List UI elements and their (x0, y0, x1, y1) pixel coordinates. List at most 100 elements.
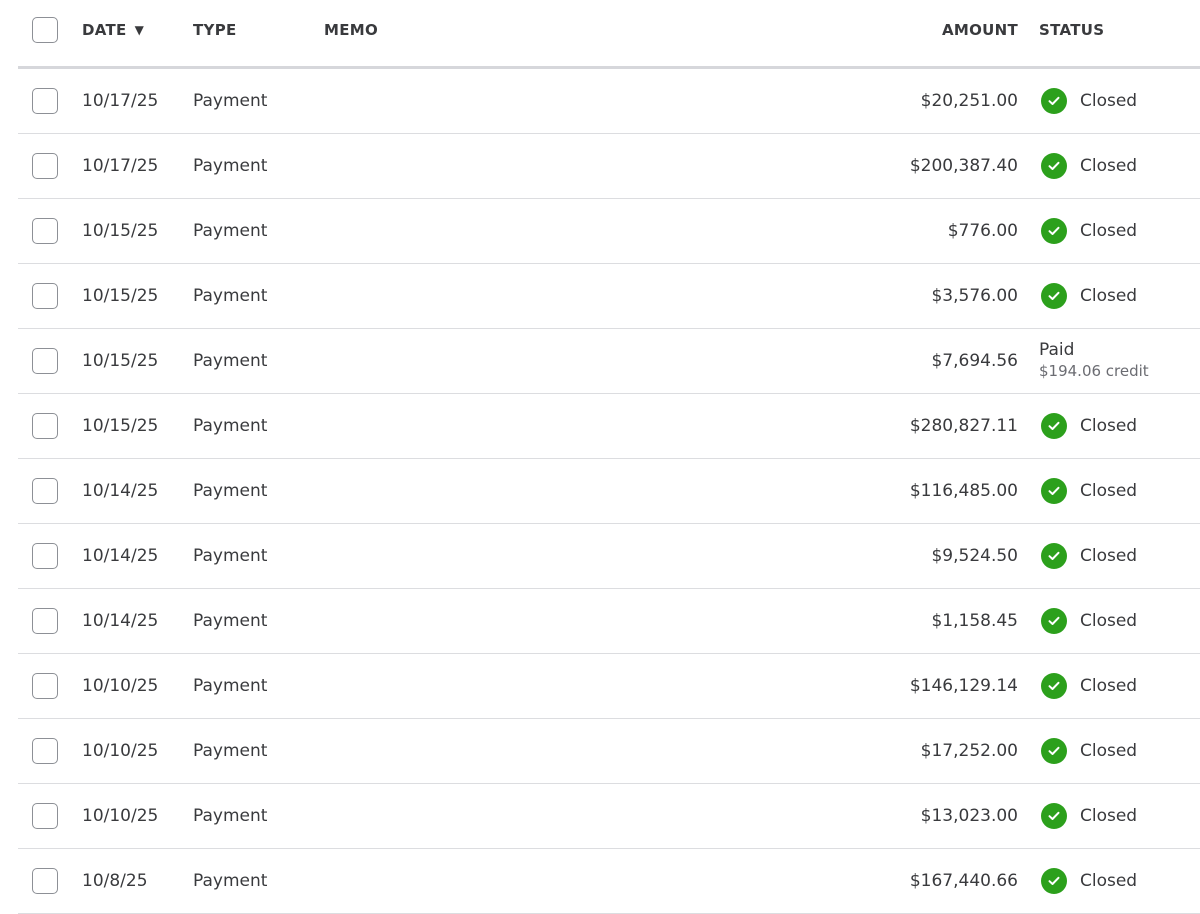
amount-cell: $13,023.00 (920, 806, 1018, 826)
table-row[interactable]: 10/10/25 Payment $17,252.00 Closed (18, 719, 1200, 784)
status-credit-text: $194.06 credit (1039, 362, 1149, 380)
row-checkbox[interactable] (32, 413, 58, 439)
date-cell: 10/15/25 (82, 416, 159, 436)
row-checkbox[interactable] (32, 283, 58, 309)
status-text: Closed (1080, 546, 1138, 566)
column-header-type[interactable]: TYPE (193, 0, 237, 60)
amount-cell: $146,129.14 (909, 676, 1018, 696)
table-row[interactable]: 10/14/25 Payment $116,485.00 Closed (18, 459, 1200, 524)
select-all-checkbox[interactable] (32, 17, 58, 43)
check-circle-icon (1041, 673, 1067, 699)
status-text: Closed (1080, 741, 1138, 761)
table-row[interactable]: 10/10/25 Payment $146,129.14 Closed (18, 654, 1200, 719)
date-cell: 10/15/25 (82, 286, 159, 306)
status-cell: Paid $194.06 credit (1039, 329, 1149, 393)
transactions-table: DATE ▼ TYPE MEMO AMOUNT STATUS 10/17/25 P… (18, 0, 1200, 914)
status-stack: Paid $194.06 credit (1039, 340, 1149, 382)
status-cell: Closed (1039, 849, 1137, 913)
type-cell: Payment (193, 351, 268, 371)
row-select-cell (32, 524, 60, 588)
status-text: Closed (1080, 871, 1138, 891)
table-row[interactable]: 10/17/25 Payment $20,251.00 Closed (18, 69, 1200, 134)
row-checkbox[interactable] (32, 543, 58, 569)
type-cell: Payment (193, 416, 268, 436)
table-row[interactable]: 10/8/25 Payment $167,440.66 Closed (18, 849, 1200, 914)
type-cell: Payment (193, 91, 268, 111)
date-cell: 10/10/25 (82, 741, 159, 761)
sort-descending-icon: ▼ (134, 23, 145, 37)
row-checkbox[interactable] (32, 348, 58, 374)
date-cell: 10/10/25 (82, 676, 159, 696)
amount-cell: $17,252.00 (920, 741, 1018, 761)
check-circle-icon (1041, 543, 1067, 569)
table-header: DATE ▼ TYPE MEMO AMOUNT STATUS (18, 0, 1200, 69)
amount-cell: $9,524.50 (931, 546, 1018, 566)
table-row[interactable]: 10/17/25 Payment $200,387.40 Closed (18, 134, 1200, 199)
row-checkbox[interactable] (32, 478, 58, 504)
type-cell: Payment (193, 546, 268, 566)
row-checkbox[interactable] (32, 803, 58, 829)
row-select-cell (32, 264, 60, 328)
status-text: Paid (1039, 340, 1075, 360)
row-select-cell (32, 394, 60, 458)
table-row[interactable]: 10/14/25 Payment $9,524.50 Closed (18, 524, 1200, 589)
row-select-cell (32, 589, 60, 653)
status-text: Closed (1080, 221, 1138, 241)
amount-cell: $116,485.00 (909, 481, 1018, 501)
row-checkbox[interactable] (32, 738, 58, 764)
status-cell: Closed (1039, 394, 1137, 458)
check-circle-icon (1041, 283, 1067, 309)
date-cell: 10/10/25 (82, 806, 159, 826)
row-select-cell (32, 719, 60, 783)
status-text: Closed (1080, 286, 1138, 306)
table-row[interactable]: 10/10/25 Payment $13,023.00 Closed (18, 784, 1200, 849)
row-select-cell (32, 784, 60, 848)
date-cell: 10/15/25 (82, 221, 159, 241)
amount-cell: $200,387.40 (909, 156, 1018, 176)
status-cell: Closed (1039, 69, 1137, 133)
date-cell: 10/14/25 (82, 546, 159, 566)
column-header-status[interactable]: STATUS (1039, 0, 1104, 60)
table-row[interactable]: 10/15/25 Payment $3,576.00 Closed (18, 264, 1200, 329)
date-cell: 10/17/25 (82, 156, 159, 176)
row-checkbox[interactable] (32, 153, 58, 179)
table-row[interactable]: 10/15/25 Payment $280,827.11 Closed (18, 394, 1200, 459)
column-header-date-label: DATE (82, 21, 127, 39)
type-cell: Payment (193, 741, 268, 761)
status-text: Closed (1080, 676, 1138, 696)
amount-cell: $1,158.45 (931, 611, 1018, 631)
status-cell: Closed (1039, 654, 1137, 718)
check-circle-icon (1041, 88, 1067, 114)
status-cell: Closed (1039, 589, 1137, 653)
type-cell: Payment (193, 871, 268, 891)
column-header-date[interactable]: DATE ▼ (82, 0, 144, 60)
check-circle-icon (1041, 803, 1067, 829)
row-select-cell (32, 329, 60, 393)
table-row[interactable]: 10/14/25 Payment $1,158.45 Closed (18, 589, 1200, 654)
check-circle-icon (1041, 738, 1067, 764)
date-cell: 10/8/25 (82, 871, 148, 891)
row-select-cell (32, 654, 60, 718)
check-circle-icon (1041, 868, 1067, 894)
column-header-amount[interactable]: AMOUNT (942, 0, 1018, 60)
amount-cell: $20,251.00 (920, 91, 1018, 111)
check-circle-icon (1041, 608, 1067, 634)
status-cell: Closed (1039, 524, 1137, 588)
row-checkbox[interactable] (32, 608, 58, 634)
select-all-cell (32, 0, 60, 60)
row-checkbox[interactable] (32, 218, 58, 244)
table-row[interactable]: 10/15/25 Payment $776.00 Closed (18, 199, 1200, 264)
type-cell: Payment (193, 481, 268, 501)
row-checkbox[interactable] (32, 868, 58, 894)
date-cell: 10/14/25 (82, 481, 159, 501)
row-checkbox[interactable] (32, 88, 58, 114)
check-circle-icon (1041, 153, 1067, 179)
row-select-cell (32, 459, 60, 523)
status-cell: Closed (1039, 264, 1137, 328)
type-cell: Payment (193, 156, 268, 176)
table-row[interactable]: 10/15/25 Payment $7,694.56 Paid $194.06 cred… (18, 329, 1200, 394)
type-cell: Payment (193, 676, 268, 696)
column-header-memo[interactable]: MEMO (324, 0, 378, 60)
row-select-cell (32, 199, 60, 263)
row-checkbox[interactable] (32, 673, 58, 699)
